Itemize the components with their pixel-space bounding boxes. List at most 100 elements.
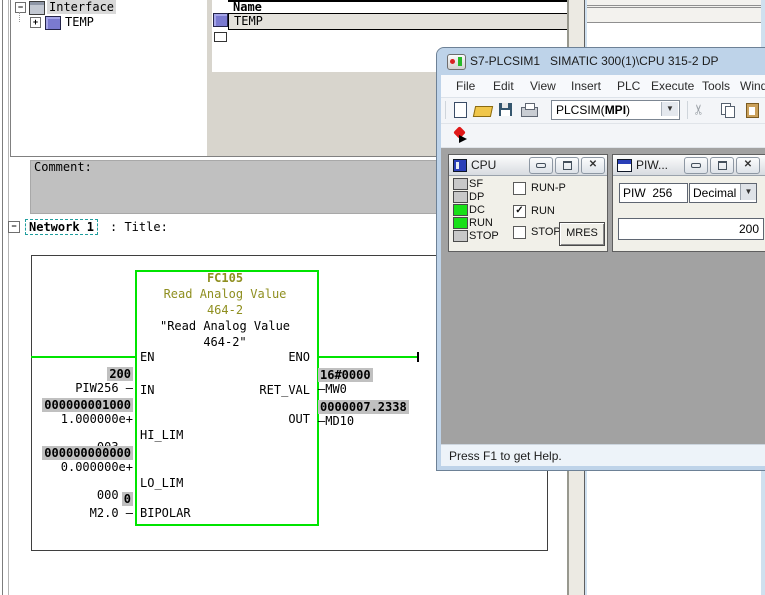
checkbox-run[interactable]: ✓ xyxy=(513,205,526,218)
menu-window[interactable]: Window xyxy=(737,78,765,94)
new-button[interactable] xyxy=(450,101,470,119)
cpu-titlebar[interactable]: CPU ✕ xyxy=(449,155,607,176)
plcsim-titlebar[interactable]: S7-PLCSIM1 SIMATIC 300(1)\CPU 315-2 DP xyxy=(437,48,765,75)
piw-minimize-button[interactable] xyxy=(684,157,708,174)
format-dropdown-button[interactable]: ▼ xyxy=(740,184,756,200)
led-run xyxy=(453,217,468,229)
menu-plc[interactable]: PLC xyxy=(614,78,643,94)
printer-page xyxy=(525,103,535,110)
output-ret-val[interactable]: 16#0000 —MW0 xyxy=(318,368,448,396)
operand-lo-lim-line1[interactable]: 0.000000e+ xyxy=(61,460,133,474)
operand-hi-lim-line1[interactable]: 1.000000e+ xyxy=(61,412,133,426)
checkbox-label-run-p[interactable]: RUN-P xyxy=(531,182,566,194)
close-icon: ✕ xyxy=(589,159,597,170)
monitor-value-bipolar: 0 xyxy=(122,492,133,506)
tree-item-interface[interactable]: Interface xyxy=(47,0,116,14)
monitor-value-out: 0000007.2338 xyxy=(318,400,409,414)
port-lo-lim: LO_LIM xyxy=(140,476,183,490)
checkbox-label-stop[interactable]: STOP xyxy=(531,226,561,238)
menu-file[interactable]: File xyxy=(453,78,478,94)
port-en: EN xyxy=(140,350,154,364)
menu-bar: File Edit View Insert PLC Execute Tools … xyxy=(441,75,765,98)
editor-window-border-outer xyxy=(2,0,3,595)
right-pane-header-band xyxy=(587,0,761,22)
table-row-temp[interactable]: TEMP xyxy=(228,13,571,30)
piw-content: PIW 256 Decimal ▼ 200 xyxy=(613,176,765,251)
network-label[interactable]: Network 1 xyxy=(25,219,98,235)
editor-window-border-inner xyxy=(8,0,9,595)
expand-box-temp[interactable]: + xyxy=(30,17,41,28)
minus-icon: − xyxy=(11,221,16,231)
port-eno: ENO xyxy=(180,350,310,364)
menu-tools[interactable]: Tools xyxy=(699,78,733,94)
cpu-window[interactable]: CPU ✕ SF DP DC RUN xyxy=(448,154,608,252)
toolbar-main: PLCSIM(MPI) ▼ ✂ xyxy=(441,98,765,124)
checkbox-run-p[interactable] xyxy=(513,182,526,195)
cpu-minimize-button[interactable] xyxy=(529,157,553,174)
cpu-restore-button[interactable] xyxy=(555,157,579,174)
status-text: Press F1 to get Help. xyxy=(449,449,562,463)
combobox-dropdown-button[interactable]: ▼ xyxy=(661,102,678,116)
piw-restore-button[interactable] xyxy=(710,157,734,174)
declaration-tree-pane: − Interface + TEMP xyxy=(10,0,209,157)
network-title-suffix: : Title: xyxy=(110,220,168,234)
input-bipolar[interactable]: 0 M2.0 — xyxy=(36,492,133,520)
operand-out[interactable]: —MD10 xyxy=(318,414,354,428)
minimize-icon xyxy=(536,163,546,168)
decl-row-margin xyxy=(212,0,228,72)
operand-bipolar[interactable]: M2.0 — xyxy=(90,506,133,520)
monitor-value-hi-lim: 000000001000 xyxy=(42,398,133,412)
port-bipolar: BIPOLAR xyxy=(140,506,191,520)
chevron-down-icon: ▼ xyxy=(666,104,674,113)
block-name-line1: "Read Analog Value xyxy=(135,319,315,333)
plcsim-window: S7-PLCSIM1 SIMATIC 300(1)\CPU 315-2 DP F… xyxy=(437,48,765,470)
screen: − Interface + TEMP Name TEMP Comment: − … xyxy=(0,0,765,595)
copy-button[interactable] xyxy=(718,101,738,119)
operand-in[interactable]: PIW256 — xyxy=(75,381,133,395)
print-button[interactable] xyxy=(519,101,539,119)
right-pane-line1 xyxy=(587,5,761,6)
cpu-close-button[interactable]: ✕ xyxy=(581,157,605,174)
eno-wire xyxy=(315,356,418,358)
piw-value-field[interactable]: 200 xyxy=(618,218,764,240)
toolbar-grip xyxy=(445,101,446,119)
led-dc xyxy=(453,204,468,216)
paste-icon xyxy=(746,103,759,118)
menu-view[interactable]: View xyxy=(527,78,559,94)
collapse-box-network[interactable]: − xyxy=(8,221,20,233)
checkbox-stop[interactable] xyxy=(513,226,526,239)
tree-item-temp[interactable]: TEMP xyxy=(65,15,94,29)
cut-button[interactable]: ✂ xyxy=(693,101,713,119)
menu-edit[interactable]: Edit xyxy=(490,78,517,94)
piw-address-field[interactable]: PIW 256 xyxy=(619,183,688,203)
connection-combobox[interactable]: PLCSIM(MPI) ▼ xyxy=(551,100,680,120)
piw-close-button[interactable]: ✕ xyxy=(736,157,760,174)
plcsim-client: File Edit View Insert PLC Execute Tools … xyxy=(441,75,765,466)
operand-ret-val[interactable]: —MW0 xyxy=(318,382,347,396)
open-button[interactable] xyxy=(473,101,493,119)
toolbar-separator xyxy=(687,101,688,119)
save-button[interactable] xyxy=(496,101,516,119)
led-sf xyxy=(453,178,468,190)
port-hi-lim: HI_LIM xyxy=(140,428,183,442)
piw-titlebar[interactable]: PIW... ✕ xyxy=(613,155,765,176)
monitor-value-in: 200 xyxy=(107,367,133,381)
input-in[interactable]: 200 PIW256 — xyxy=(36,367,133,395)
checkbox-label-run[interactable]: RUN xyxy=(531,205,555,217)
minus-icon: − xyxy=(18,2,23,12)
menu-insert[interactable]: Insert xyxy=(568,78,604,94)
plus-icon: + xyxy=(33,17,38,27)
symbol-insert-button[interactable] xyxy=(453,127,471,144)
output-out[interactable]: 0000007.2338 —MD10 xyxy=(318,400,448,428)
toolbar-secondary xyxy=(441,124,765,148)
collapse-box-interface[interactable]: − xyxy=(15,2,26,13)
status-bar: Press F1 to get Help. xyxy=(441,444,765,466)
port-ret-val: RET_VAL xyxy=(180,383,310,397)
piw-format-combobox[interactable]: Decimal ▼ xyxy=(689,183,757,203)
right-pane-line3 xyxy=(587,22,761,23)
menu-execute[interactable]: Execute xyxy=(648,78,697,94)
mres-button[interactable]: MRES xyxy=(559,222,605,246)
piw-window[interactable]: PIW... ✕ PIW 256 Decimal ▼ 200 xyxy=(612,154,765,252)
tree-connector xyxy=(19,12,20,22)
paste-button[interactable] xyxy=(743,101,763,119)
